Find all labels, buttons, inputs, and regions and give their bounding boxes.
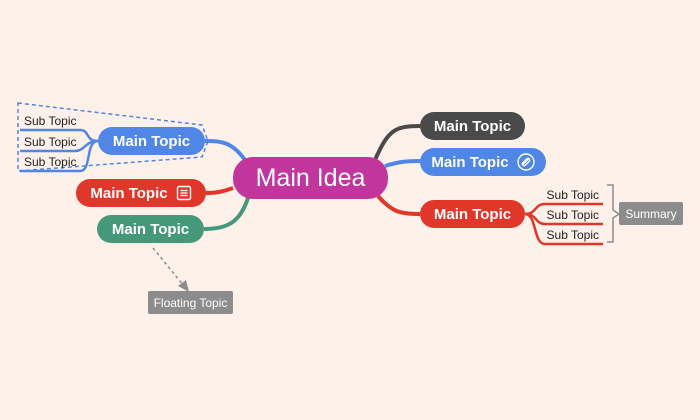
main-topic-label: Main Topic bbox=[112, 132, 191, 150]
subtopic-right-2[interactable]: Sub Topic bbox=[535, 207, 603, 223]
summary-topic[interactable]: Summary bbox=[619, 202, 683, 225]
mind-map-canvas: Main Idea Main Topic Main Topic Main Top… bbox=[0, 0, 700, 420]
central-topic[interactable]: Main Idea bbox=[233, 157, 388, 199]
floating-arrow-line bbox=[152, 247, 185, 287]
main-topic-label: Main Topic bbox=[431, 153, 509, 171]
main-topic-left-green[interactable]: Main Topic bbox=[97, 215, 204, 243]
main-topic-label: Main Topic bbox=[90, 184, 168, 202]
central-topic-label: Main Idea bbox=[255, 163, 366, 192]
subtopic-left-2[interactable]: Sub Topic bbox=[20, 134, 86, 150]
main-topic-left-blue[interactable]: Main Topic bbox=[98, 127, 205, 155]
main-topic-label: Main Topic bbox=[433, 205, 512, 223]
subtopic-left-3[interactable]: Sub Topic bbox=[20, 154, 86, 170]
main-topic-left-red[interactable]: Main Topic bbox=[76, 179, 206, 207]
main-topic-right-red[interactable]: Main Topic bbox=[420, 200, 525, 228]
subtopic-right-3[interactable]: Sub Topic bbox=[535, 227, 603, 243]
floating-topic[interactable]: Floating Topic bbox=[148, 291, 233, 314]
main-topic-right-top[interactable]: Main Topic bbox=[420, 112, 525, 140]
connector-right-blue bbox=[384, 159, 421, 168]
connector-right-top bbox=[373, 124, 421, 161]
connector-left-green bbox=[203, 197, 250, 231]
summary-brace bbox=[607, 184, 621, 243]
connector-left-blue bbox=[204, 139, 247, 162]
connector-left-red bbox=[205, 186, 234, 195]
main-topic-label: Main Topic bbox=[433, 117, 512, 135]
main-topic-right-blue[interactable]: Main Topic bbox=[420, 148, 546, 176]
note-icon[interactable] bbox=[176, 185, 192, 201]
main-topic-label: Main Topic bbox=[111, 220, 190, 238]
subtopic-right-1[interactable]: Sub Topic bbox=[535, 187, 603, 203]
connector-right-red bbox=[376, 194, 421, 216]
link-icon[interactable] bbox=[516, 153, 535, 171]
subtopic-left-1[interactable]: Sub Topic bbox=[20, 113, 86, 129]
